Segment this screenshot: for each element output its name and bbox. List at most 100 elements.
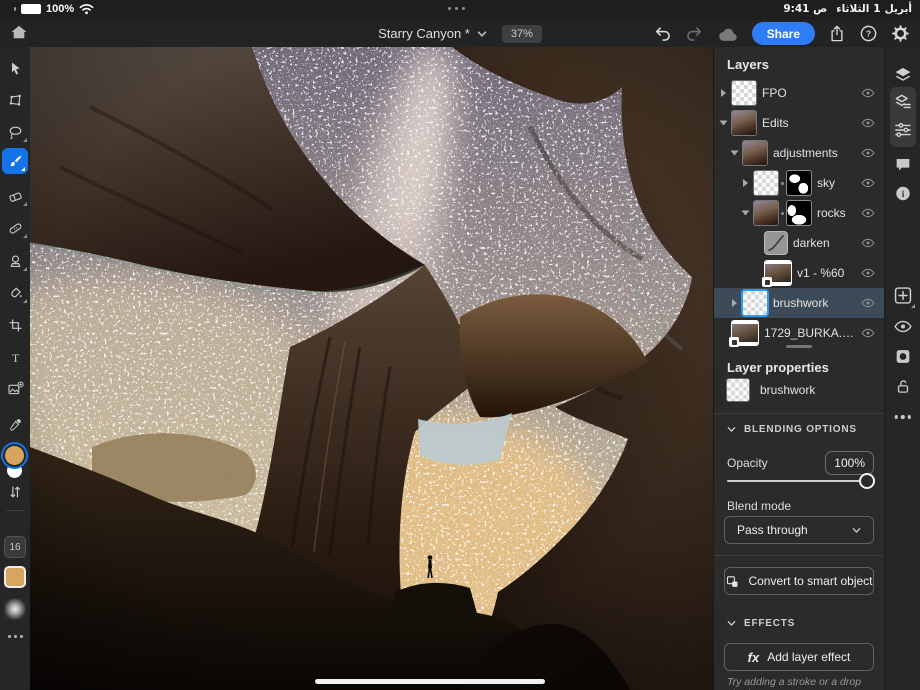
settings-button[interactable] [891,24,910,43]
foreground-color-swatch[interactable] [5,446,24,465]
export-button[interactable] [828,24,846,43]
layer-row-1729-burka[interactable]: 1729_BURKA...anced-NR33 [714,318,884,348]
selected-layer-thumbnail [727,379,749,401]
svg-text:T: T [11,350,19,364]
app-toolbar: Starry Canyon * 37% Share ? [0,20,920,47]
layer-mask-thumbnail [787,171,811,195]
brush-color-chip[interactable] [4,566,26,588]
tool-rail-more-button[interactable] [0,635,30,638]
disclosure-collapsed-icon[interactable] [721,89,726,97]
redo-button[interactable] [685,25,704,42]
battery-nub [14,7,16,11]
share-button[interactable]: Share [751,22,815,45]
tool-rail-divider [6,510,24,511]
swap-colors-button[interactable] [0,479,30,505]
home-indicator[interactable] [315,679,545,684]
visibility-toggle-eye-icon[interactable] [861,86,875,100]
curves-adjustment-thumbnail [765,232,787,254]
chevron-down-icon [727,427,736,433]
add-layer-effect-button[interactable]: fx Add layer effect [724,643,874,671]
layers-panel: Layers FPO Edits adjustments sky rocks d… [713,47,884,690]
convert-to-smart-object-button[interactable]: Convert to smart object [724,567,874,595]
info-button[interactable]: i [893,184,912,203]
place-image-tool[interactable] [0,376,30,402]
unlock-button[interactable] [894,377,912,396]
layer-row-sky[interactable]: sky [714,168,884,198]
eraser-tool[interactable] [0,183,30,209]
brush-tool[interactable] [2,148,28,174]
blend-mode-dropdown[interactable]: Pass through [724,516,874,544]
status-time: 9:41 ص [783,3,828,15]
disclosure-collapsed-icon[interactable] [732,299,737,307]
undo-button[interactable] [653,25,672,42]
smart-object-thumbnail [729,321,758,347]
layers-view-button[interactable] [893,65,913,85]
fill-tool[interactable] [0,280,30,306]
document-title: Starry Canyon * [378,26,470,41]
add-layer-more-indicator [911,304,915,308]
home-button[interactable] [9,22,29,42]
visibility-toggle-eye-icon[interactable] [861,266,875,280]
document-canvas[interactable] [30,47,713,690]
disclosure-expanded-icon[interactable] [719,120,728,126]
wifi-icon [79,4,94,15]
crop-tool[interactable] [0,312,30,338]
visibility-toggle-eye-icon[interactable] [861,206,875,220]
brush-size-box[interactable]: 16 [4,536,26,558]
adjustments-sliders-button[interactable] [893,120,913,140]
layer-row-fpo[interactable]: FPO [714,78,884,108]
visibility-toggle-eye-icon[interactable] [861,176,875,190]
layer-row-brushwork-selected[interactable]: brushwork [714,288,884,318]
blending-options-header[interactable]: BLENDING OPTIONS [727,424,857,435]
smart-object-thumbnail [762,261,791,287]
opacity-slider[interactable] [727,473,875,489]
transform-select-tool[interactable] [0,87,30,113]
layer-list: FPO Edits adjustments sky rocks darken v… [714,78,884,348]
layer-row-v1[interactable]: v1 - %60 [714,258,884,288]
smart-object-badge-icon [729,337,739,347]
healing-brush-tool[interactable] [0,215,30,241]
lasso-tool[interactable] [0,119,30,145]
status-date: الثلاثاء 1 أبريل [836,3,912,15]
move-tool[interactable] [0,55,30,81]
smart-object-badge-icon [762,277,772,287]
task-rail-more-button[interactable] [894,415,911,419]
layer-mask-thumbnail [787,201,811,225]
visibility-toggle-eye-icon[interactable] [861,296,875,310]
comments-button[interactable] [893,155,912,174]
effects-hint: Try adding a stroke or a drop shadow. [727,676,862,690]
layer-name: darken [793,236,830,250]
panel-drag-handle[interactable] [786,345,812,348]
visibility-toggle-eye-icon[interactable] [861,236,875,250]
layer-row-darken[interactable]: darken [714,228,884,258]
visibility-toggle-eye-icon[interactable] [861,116,875,130]
zoom-level-badge[interactable]: 37% [501,24,542,43]
brush-preview[interactable] [4,598,26,620]
layer-mask-button[interactable] [893,347,912,366]
svg-text:?: ? [866,29,871,39]
layer-name: brushwork [773,296,829,310]
effects-header[interactable]: EFFECTS [727,618,795,629]
visibility-toggle-eye-icon[interactable] [861,326,875,340]
title-chevron-down-icon[interactable] [477,29,487,39]
add-layer-button[interactable] [892,285,913,306]
layer-properties-view-button[interactable] [893,92,913,112]
visibility-toggle-eye-icon[interactable] [861,146,875,160]
help-button[interactable]: ? [859,24,878,43]
opacity-value-field[interactable]: 100% [825,451,874,475]
layer-thumbnail [754,171,778,195]
clone-stamp-tool[interactable] [0,248,30,274]
layer-visibility-button[interactable] [893,317,912,336]
disclosure-collapsed-icon[interactable] [743,179,748,187]
disclosure-expanded-icon[interactable] [741,210,750,216]
home-icon [11,25,27,39]
opacity-slider-knob[interactable] [859,473,875,489]
layer-row-adjustments[interactable]: adjustments [714,138,884,168]
disclosure-expanded-icon[interactable] [730,150,739,156]
layer-row-edits[interactable]: Edits [714,108,884,138]
type-tool[interactable]: T [0,344,30,370]
eyedropper-tool[interactable] [0,412,30,438]
cloud-sync-icon[interactable] [717,26,739,42]
photoshop-ipad-app: 100% 9:41 ص الثلاثاء 1 أبريل Starry Canyon… [0,0,920,690]
layer-row-rocks[interactable]: rocks [714,198,884,228]
